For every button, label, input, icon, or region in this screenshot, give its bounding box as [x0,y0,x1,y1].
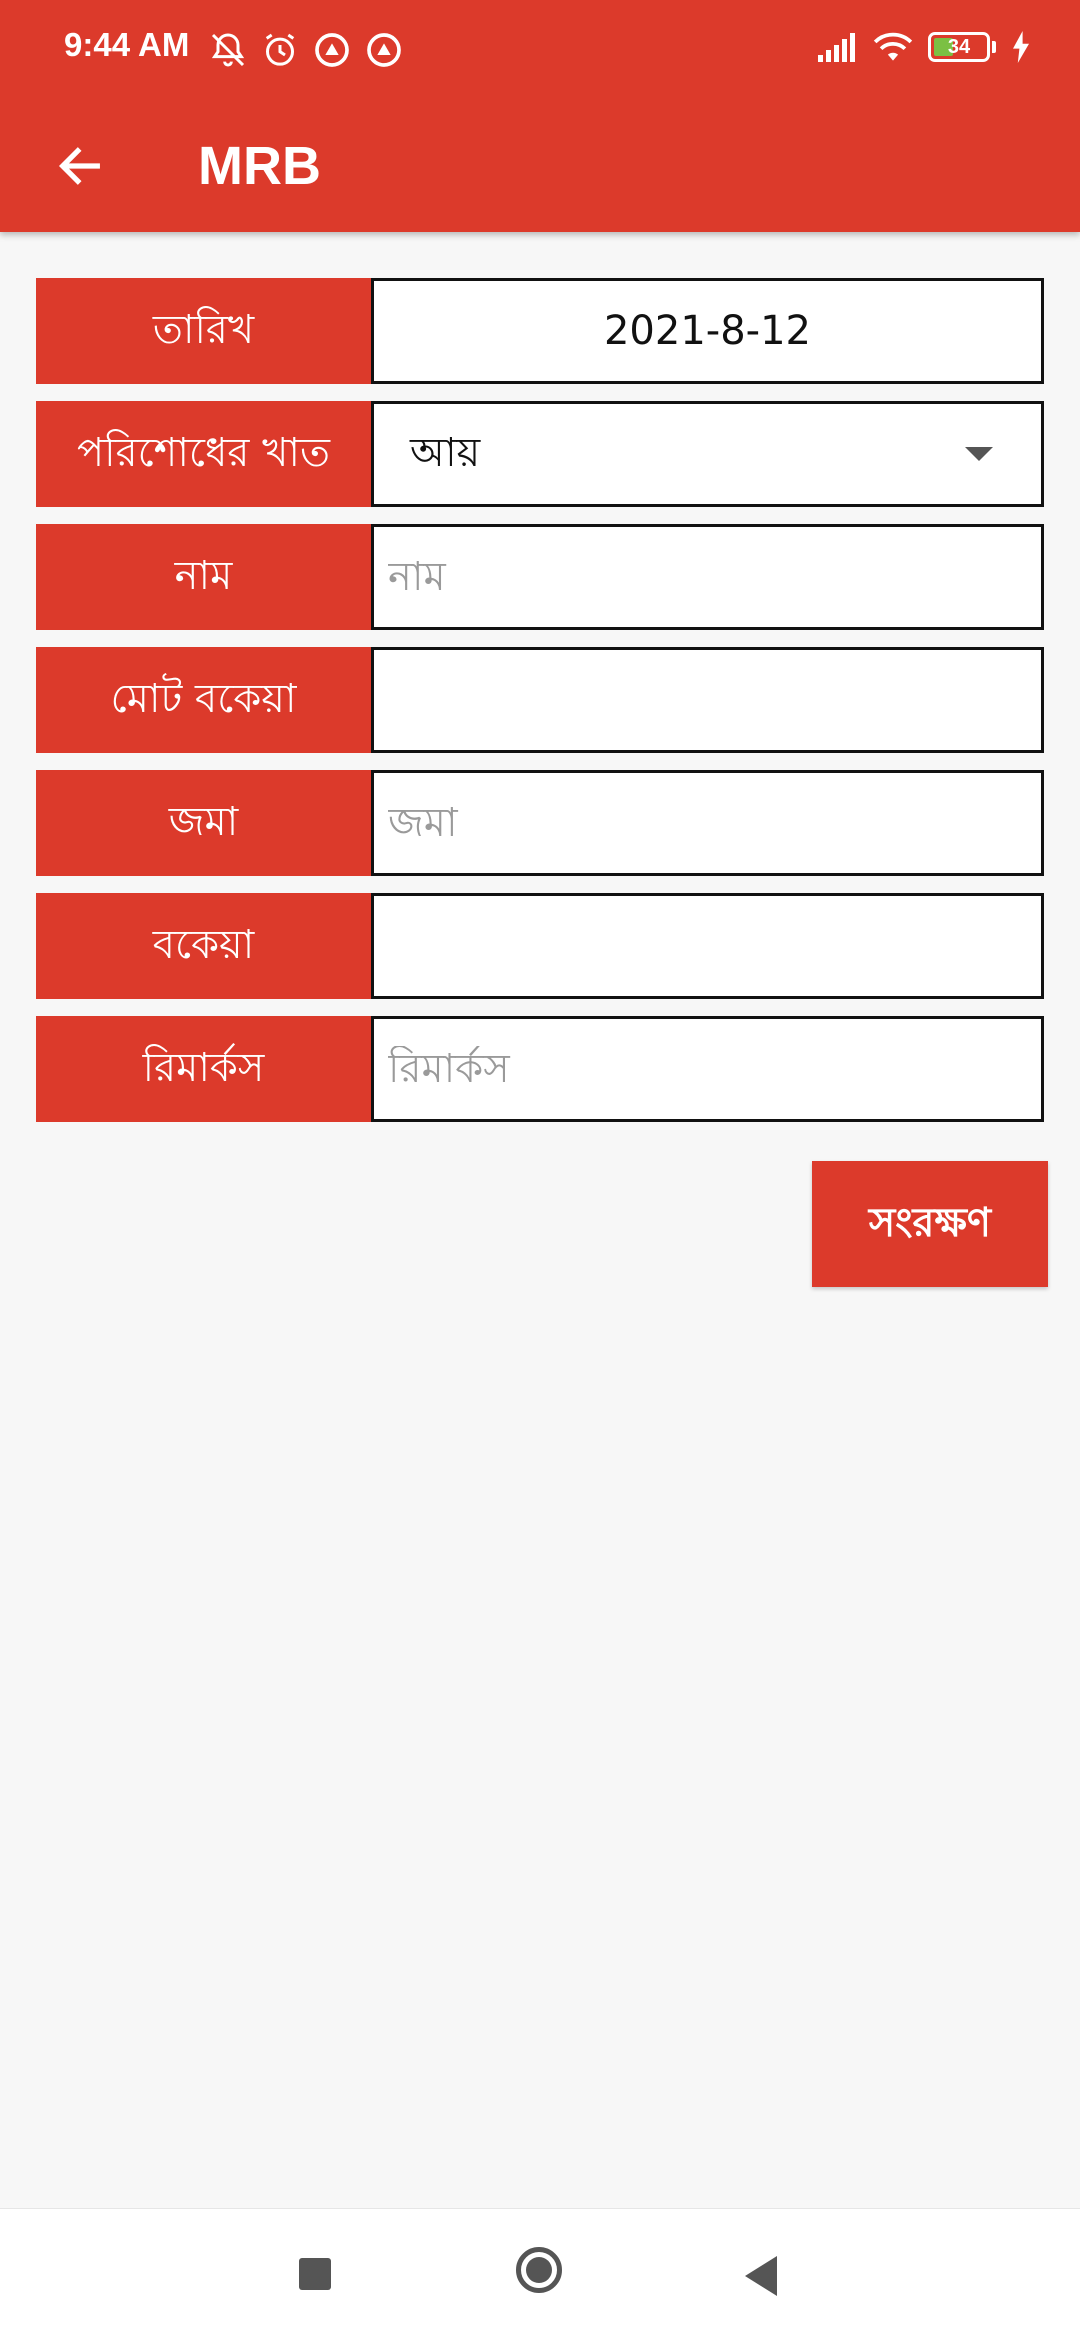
system-navigation-bar [0,2208,1080,2341]
notification-icons [208,30,404,70]
payment-type-label: পরিশোধের খাত [36,401,371,507]
app-notification-icon [315,33,349,67]
wifi-icon [873,32,913,61]
save-button[interactable]: সংরক্ষণ [812,1161,1048,1287]
total-due-label: মোট বকেয়া [36,647,371,753]
deposit-field-container [371,770,1044,876]
remarks-input[interactable] [388,1046,1027,1092]
due-input[interactable] [388,923,1027,969]
remarks-label: রিমার্কস [36,1016,371,1122]
dropdown-arrow-icon [965,447,993,461]
battery-icon: 34 [928,32,990,62]
name-row: নাম [36,524,1044,630]
system-status-icons: 34 [816,30,1032,64]
name-label: নাম [36,524,371,630]
total-due-row: মোট বকেয়া [36,647,1044,753]
name-field-container [371,524,1044,630]
app-bar: 9:44 AM 34 MRB [0,0,1080,232]
alarm-icon [265,33,295,66]
circle-icon[interactable] [516,2247,562,2293]
mute-icon [211,33,245,67]
triangle-back-icon[interactable] [745,2256,777,2296]
deposit-label: জমা [36,770,371,876]
due-row: বকেয়া [36,893,1044,999]
signal-icon [818,33,855,62]
arrow-left-icon [58,147,100,185]
date-label: তারিখ [36,278,371,384]
app-notification-icon [367,33,401,67]
page-title: MRB [198,136,321,196]
back-button[interactable] [40,126,120,206]
square-icon[interactable] [299,2258,331,2290]
due-label: বকেয়া [36,893,371,999]
payment-type-selected: আয় [410,429,481,476]
date-field[interactable]: 2021-8-12 [371,278,1044,384]
remarks-field-container [371,1016,1044,1122]
remarks-row: রিমার্কস [36,1016,1044,1122]
deposit-input[interactable] [388,800,1027,846]
payment-type-row: পরিশোধের খাত আয় [36,401,1044,507]
due-field[interactable] [371,893,1044,999]
total-due-input[interactable] [388,677,1027,723]
payment-type-dropdown[interactable]: আয় [371,401,1044,507]
toolbar: MRB [0,100,1080,232]
status-bar: 9:44 AM 34 [0,0,1080,100]
total-due-field[interactable] [371,647,1044,753]
status-time: 9:44 AM [64,26,190,63]
date-row: তারিখ 2021-8-12 [36,278,1044,384]
deposit-row: জমা [36,770,1044,876]
entry-form: তারিখ 2021-8-12 পরিশোধের খাত আয় নাম মোট… [36,278,1044,1139]
battery-level: 34 [947,35,971,58]
charging-icon [1013,31,1029,63]
name-input[interactable] [388,554,1027,600]
home-dot [526,2257,552,2283]
battery-tip [992,41,996,53]
